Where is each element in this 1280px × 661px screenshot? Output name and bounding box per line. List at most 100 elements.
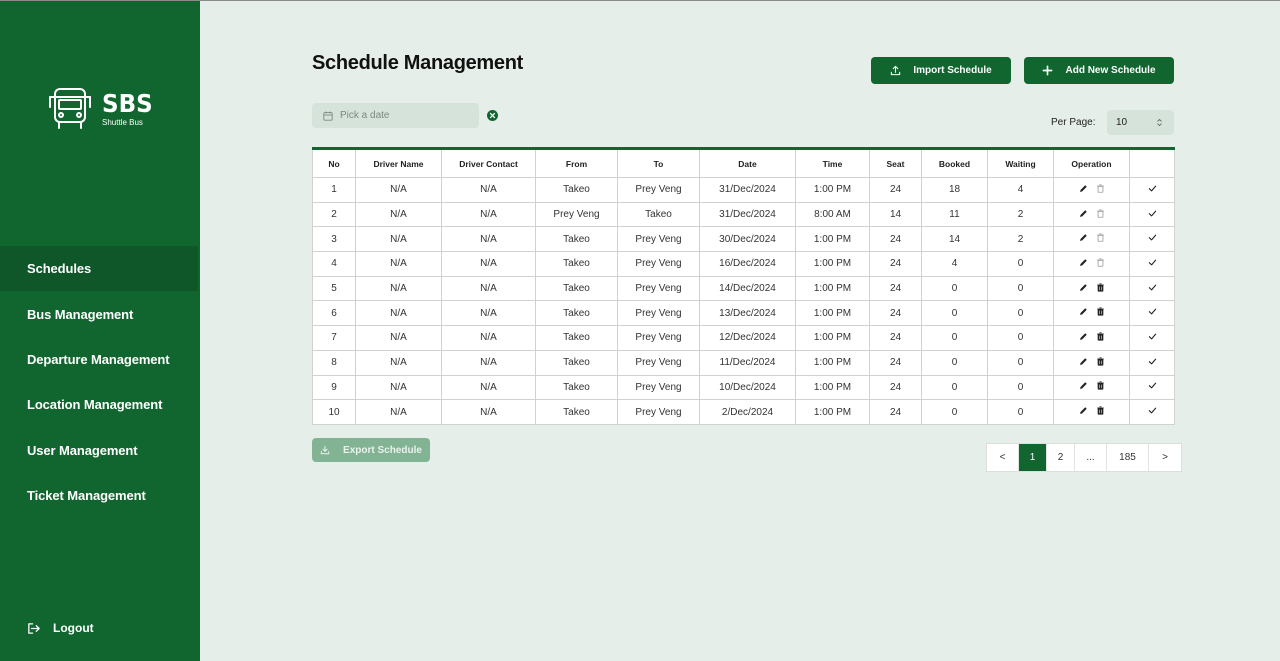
pencil-icon[interactable] [1079,258,1088,267]
check-icon[interactable] [1148,184,1157,193]
cell-seat: 24 [869,226,922,253]
pagination-page-2[interactable]: 2 [1047,444,1075,471]
clear-circle-icon[interactable] [487,110,498,121]
import-schedule-button[interactable]: Import Schedule [871,57,1011,84]
cell-seat: 24 [869,177,922,203]
cell-operation [1053,374,1130,401]
table-row: 8 N/A N/A Takeo Prey Veng 11/Dec/2024 1:00 PM 2… [312,349,1175,376]
check-icon[interactable] [1148,307,1157,316]
cell-time: 8:00 AM [795,201,870,228]
cell-driver-contact: N/A [441,325,536,351]
cell-time: 1:00 PM [795,325,870,351]
pencil-icon[interactable] [1079,406,1088,415]
pencil-icon[interactable] [1079,332,1088,341]
trash-icon[interactable] [1096,357,1105,366]
cell-from: Takeo [535,251,618,277]
table-row: 7 N/A N/A Takeo Prey Veng 12/Dec/2024 1:00 PM 2… [312,325,1175,351]
cell-seat: 24 [869,399,922,425]
trash-icon[interactable] [1096,381,1105,391]
trash-icon[interactable] [1096,233,1105,242]
table-row: 10 N/A N/A Takeo Prey Veng 2/Dec/2024 1:00 PM 2… [312,399,1175,425]
column-header-waiting: Waiting [987,148,1054,178]
trash-icon[interactable] [1096,184,1105,193]
cell-confirm [1129,374,1175,401]
table-row: 1 N/A N/A Takeo Prey Veng 31/Dec/2024 1:00 PM 2… [312,177,1175,203]
sidebar-item-location-management[interactable]: Location Management [0,382,198,427]
row-actions [1079,357,1105,366]
sidebar-item-user-management[interactable]: User Management [0,428,198,473]
upload-icon [891,65,901,76]
trash-icon[interactable] [1096,332,1105,341]
logout-button[interactable]: Logout [27,621,94,635]
pencil-icon[interactable] [1079,209,1088,218]
cell-driver-contact: N/A [441,226,536,253]
cell-confirm [1129,201,1175,228]
cell-from: Prey Veng [535,201,618,228]
cell-no: 3 [312,226,356,253]
column-header-driver-contact: Driver Contact [441,148,536,178]
date-picker-input[interactable]: Pick a date [312,103,479,128]
cell-driver-contact: N/A [441,300,536,327]
brand-title: SBS [102,88,153,118]
cell-operation [1053,325,1130,351]
cell-date: 14/Dec/2024 [699,275,796,302]
trash-icon[interactable] [1096,406,1105,415]
pagination-next[interactable]: > [1149,444,1181,471]
pencil-icon[interactable] [1079,233,1088,242]
pencil-icon[interactable] [1079,307,1088,316]
cell-booked: 0 [921,349,988,376]
cell-seat: 24 [869,349,922,376]
cell-to: Prey Veng [617,300,700,327]
check-icon[interactable] [1148,209,1157,218]
cell-from: Takeo [535,300,618,327]
sidebar-item-departure-management[interactable]: Departure Management [0,337,198,382]
cell-time: 1:00 PM [795,399,870,425]
row-actions [1079,258,1105,267]
column-header-seat: Seat [869,148,922,178]
pagination-page-last[interactable]: 185 [1107,444,1149,471]
check-icon[interactable] [1148,357,1157,366]
export-schedule-button[interactable]: Export Schedule [312,438,430,462]
cell-operation [1053,349,1130,376]
cell-confirm [1129,399,1175,425]
cell-waiting: 2 [987,226,1054,253]
sidebar-item-schedules[interactable]: Schedules [0,246,198,292]
check-icon[interactable] [1148,332,1157,341]
check-icon[interactable] [1148,406,1157,415]
cell-to: Prey Veng [617,251,700,277]
check-icon[interactable] [1148,233,1157,242]
cell-operation [1053,226,1130,253]
cell-driver-contact: N/A [441,349,536,376]
trash-icon[interactable] [1096,208,1105,218]
trash-icon[interactable] [1096,282,1105,292]
cell-booked: 4 [921,251,988,277]
pencil-icon[interactable] [1079,184,1088,193]
cell-driver-contact: N/A [441,399,536,425]
trash-icon[interactable] [1096,258,1105,267]
pagination-prev[interactable]: < [987,444,1019,471]
pencil-icon[interactable] [1079,381,1088,390]
pencil-icon[interactable] [1079,283,1088,292]
sidebar-item-ticket-management[interactable]: Ticket Management [0,473,198,518]
sidebar-item-bus-management[interactable]: Bus Management [0,291,198,336]
cell-operation [1053,201,1130,228]
cell-no: 4 [312,251,356,277]
cell-booked: 0 [921,325,988,351]
pagination-page-1[interactable]: 1 [1019,444,1047,471]
cell-booked: 14 [921,226,988,253]
check-icon[interactable] [1148,258,1157,267]
check-icon[interactable] [1148,381,1157,390]
cell-to: Prey Veng [617,374,700,401]
check-icon[interactable] [1148,283,1157,292]
add-schedule-button[interactable]: Add New Schedule [1024,57,1174,84]
row-actions [1079,282,1105,292]
column-header-driver-name: Driver Name [355,148,442,178]
cell-no: 2 [312,201,356,228]
pencil-icon[interactable] [1079,357,1088,366]
cell-waiting: 0 [987,349,1054,376]
cell-driver-contact: N/A [441,374,536,401]
cell-driver-name: N/A [355,374,442,401]
row-actions [1079,208,1105,218]
per-page-select[interactable]: 10 [1107,110,1174,135]
trash-icon[interactable] [1096,307,1105,316]
